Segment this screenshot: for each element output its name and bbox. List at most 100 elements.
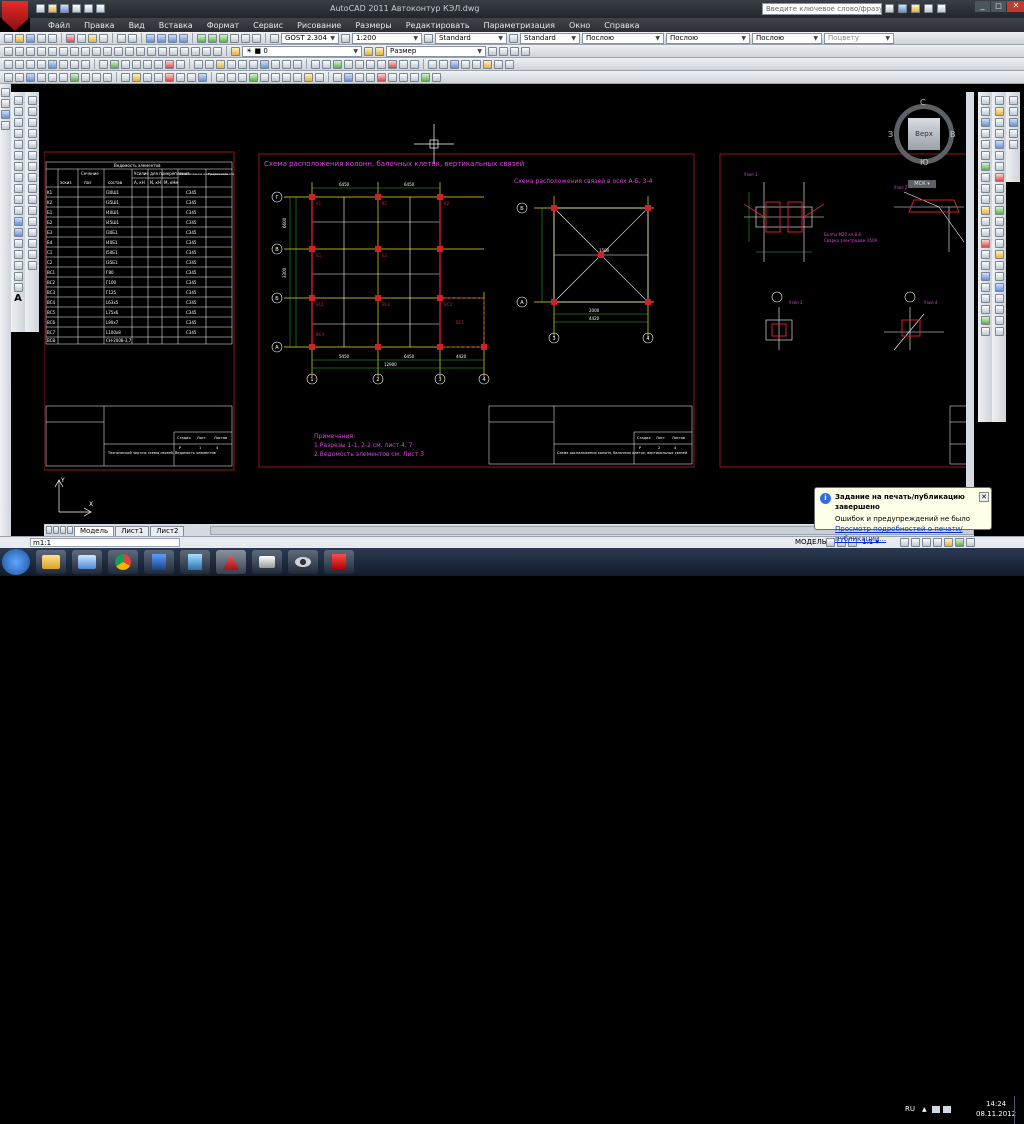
tool-icon[interactable] [980, 118, 990, 127]
tool-palettes-icon[interactable] [219, 33, 228, 43]
tool-icon[interactable] [994, 129, 1004, 138]
viewcube-east[interactable]: В [950, 130, 956, 139]
tool-icon[interactable] [980, 173, 990, 182]
tool-icon[interactable] [322, 59, 331, 69]
taskbar-autocad[interactable] [216, 550, 246, 574]
sheet-set-icon[interactable] [230, 33, 239, 43]
menu-parametric[interactable]: Параметризация [484, 21, 555, 30]
fillet-icon[interactable] [27, 250, 37, 259]
tool-icon[interactable] [1008, 129, 1018, 138]
cut-icon[interactable] [66, 33, 75, 43]
tool-icon[interactable] [143, 59, 152, 69]
undo-icon[interactable] [84, 4, 93, 13]
annotation-scale-select[interactable]: 1:200 ▼ [352, 32, 422, 44]
taskbar-chrome[interactable] [108, 550, 138, 574]
autocad-logo-icon[interactable] [2, 1, 28, 31]
tool-icon[interactable] [994, 206, 1004, 215]
tool-icon[interactable] [1008, 140, 1018, 149]
stretch-icon[interactable] [27, 184, 37, 193]
tool-icon[interactable] [198, 72, 207, 82]
tool-icon[interactable] [980, 239, 990, 248]
calculator-icon[interactable] [252, 33, 261, 43]
pan-icon[interactable] [146, 33, 155, 43]
taskbar-app-3[interactable] [252, 550, 282, 574]
tool-icon[interactable] [1, 121, 10, 130]
point-icon[interactable] [13, 239, 23, 248]
circle-icon[interactable] [13, 162, 23, 171]
linetype-select[interactable]: Послою ▼ [666, 32, 750, 44]
dim-edit-icon[interactable] [191, 46, 200, 56]
menu-tools[interactable]: Сервис [253, 21, 283, 30]
tool-icon[interactable] [388, 72, 397, 82]
tool-icon[interactable] [980, 217, 990, 226]
mirror-icon[interactable] [27, 118, 37, 127]
tool-icon[interactable] [48, 72, 57, 82]
tool-icon[interactable] [980, 228, 990, 237]
start-button[interactable] [2, 549, 30, 575]
dim-diameter-icon[interactable] [70, 46, 79, 56]
viewcube-west[interactable]: З [888, 130, 893, 139]
menu-help[interactable]: Справка [604, 21, 639, 30]
tool-icon[interactable] [249, 59, 258, 69]
tool-icon[interactable] [143, 72, 152, 82]
redo-icon[interactable] [128, 33, 137, 43]
tool-icon[interactable] [333, 59, 342, 69]
plotstyle-select[interactable]: Поцвету ▼ [824, 32, 894, 44]
tool-icon[interactable] [15, 59, 24, 69]
scale-icon[interactable] [27, 173, 37, 182]
dim-jogged-icon[interactable] [59, 46, 68, 56]
construction-line-icon[interactable] [13, 107, 23, 116]
tool-icon[interactable] [994, 173, 1004, 182]
chamfer-icon[interactable] [27, 239, 37, 248]
save-icon[interactable] [26, 33, 35, 43]
tool-icon[interactable] [980, 162, 990, 171]
tool-icon[interactable] [994, 272, 1004, 281]
close-button[interactable]: ✕ [1007, 1, 1024, 12]
copy-object-icon[interactable] [27, 107, 37, 116]
tool-icon[interactable] [37, 72, 46, 82]
tool-icon[interactable] [205, 59, 214, 69]
rectangle-icon[interactable] [13, 140, 23, 149]
redo-icon[interactable] [96, 4, 105, 13]
tray-language[interactable]: RU [905, 1105, 915, 1113]
tray-clock[interactable]: 14:24 08.11.2012 [976, 1099, 1016, 1119]
tool-icon[interactable] [282, 59, 291, 69]
tool-icon[interactable] [432, 72, 441, 82]
text-style-select[interactable]: GOST 2.304 ▼ [281, 32, 339, 44]
menu-edit[interactable]: Правка [84, 21, 114, 30]
tool-icon[interactable] [311, 59, 320, 69]
copy-icon[interactable] [77, 33, 86, 43]
paste-icon[interactable] [88, 33, 97, 43]
extend-icon[interactable] [27, 206, 37, 215]
multileader-remove-icon[interactable] [510, 46, 519, 56]
tool-icon[interactable] [271, 72, 280, 82]
insert-block-icon[interactable] [13, 217, 23, 226]
tool-icon[interactable] [37, 59, 46, 69]
tool-icon[interactable] [176, 59, 185, 69]
ellipse-icon[interactable] [13, 195, 23, 204]
tool-icon[interactable] [121, 72, 130, 82]
tool-icon[interactable] [388, 59, 397, 69]
tool-icon[interactable] [1, 88, 10, 97]
tool-icon[interactable] [450, 59, 459, 69]
tool-icon[interactable] [293, 59, 302, 69]
make-block-icon[interactable] [13, 228, 23, 237]
tool-icon[interactable] [194, 59, 203, 69]
zoom-window-icon[interactable] [168, 33, 177, 43]
network-icon[interactable] [932, 1106, 940, 1113]
tool-icon[interactable] [227, 59, 236, 69]
tool-icon[interactable] [980, 129, 990, 138]
prev-tab-icon[interactable] [53, 526, 59, 534]
print-icon[interactable] [72, 4, 81, 13]
tool-icon[interactable] [333, 72, 342, 82]
tool-icon[interactable] [70, 59, 79, 69]
tool-icon[interactable] [216, 59, 225, 69]
layer-previous-icon[interactable] [364, 46, 373, 56]
vertical-scrollbar[interactable] [966, 92, 974, 524]
notification-details-link[interactable]: Просмотр подробностей о печати/публикаци… [835, 525, 963, 543]
new-icon[interactable] [36, 4, 45, 13]
dim-linear-icon[interactable] [4, 46, 13, 56]
search-icon[interactable] [885, 4, 894, 13]
tool-icon[interactable] [81, 59, 90, 69]
zoom-previous-icon[interactable] [179, 33, 188, 43]
